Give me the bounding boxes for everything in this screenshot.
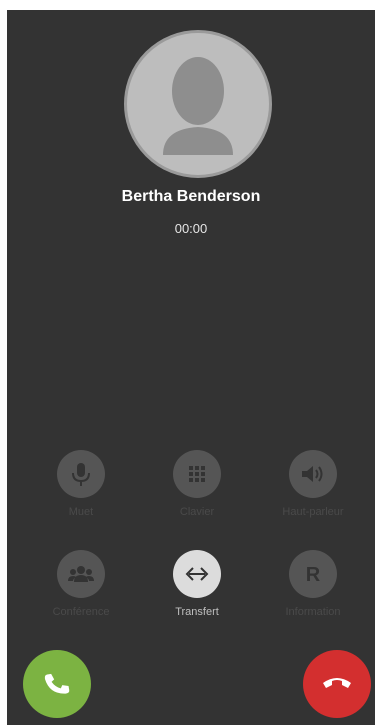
answer-button[interactable] [23,650,91,718]
phone-answer-icon [44,673,70,694]
keypad-label: Clavier [179,506,215,518]
information-label: Information [285,606,341,618]
transfer-label: Transfert [175,606,219,618]
transfer-icon [173,550,221,598]
transfer-button[interactable]: Transfert [149,550,245,618]
speaker-icon [289,450,337,498]
speaker-button[interactable]: Haut-parleur [265,450,361,518]
dialpad-icon [173,450,221,498]
phone-hangup-icon [323,678,351,688]
mute-label: Muet [68,506,94,518]
conference-button[interactable]: Conférence [33,550,129,618]
hangup-button[interactable] [303,650,371,718]
call-timer: 00:00 [174,221,208,236]
avatar [124,30,272,178]
speaker-label: Haut-parleur [282,506,344,518]
information-button[interactable]: R Information [265,550,361,618]
r-icon: R [289,550,337,598]
caller-name: Bertha Benderson [121,188,261,205]
conference-label: Conférence [52,606,110,618]
mute-button[interactable]: Muet [33,450,129,518]
microphone-icon [57,450,105,498]
keypad-button[interactable]: Clavier [149,450,245,518]
person-icon [163,57,233,155]
svg-text:R: R [306,564,321,585]
group-icon [57,550,105,598]
call-screen: Bertha Benderson 00:00 Muet Clavier Haut… [7,10,375,725]
